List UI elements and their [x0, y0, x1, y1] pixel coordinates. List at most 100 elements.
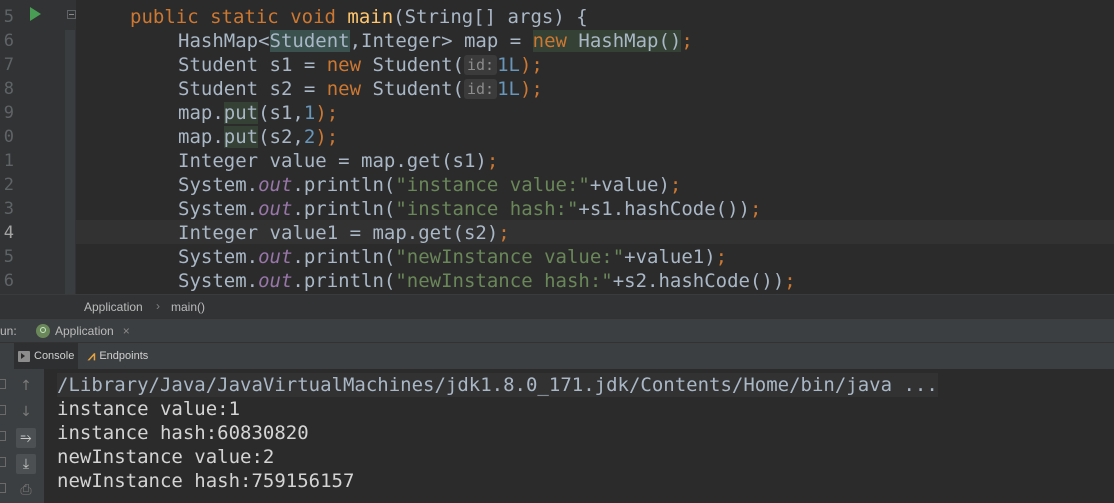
token: "newInstance value:": [395, 246, 625, 268]
token: 1L: [497, 54, 520, 76]
console-icon: [18, 350, 30, 362]
console-output-line: instance hash:60830820: [57, 422, 309, 444]
soft-wrap-icon[interactable]: ⥱: [16, 428, 36, 448]
token: 1L: [497, 78, 520, 100]
code-line[interactable]: System.out.println("newInstance hash:"+s…: [178, 269, 796, 293]
token: .println(: [292, 174, 396, 196]
token: +value1): [624, 246, 716, 268]
console-output-line: instance value:1: [57, 398, 241, 420]
console-output-line: newInstance value:2: [57, 446, 275, 468]
tab-endpoints-label: Endpoints: [99, 350, 149, 362]
token: .println(: [292, 246, 396, 268]
line-number: 6: [3, 31, 14, 51]
token: new: [532, 30, 567, 52]
toolbar-edge-marker: [0, 483, 6, 493]
code-line[interactable]: System.out.println("instance hash:"+s1.h…: [178, 197, 761, 221]
tab-console[interactable]: Console: [14, 343, 79, 369]
token: out: [258, 246, 293, 268]
tab-endpoints[interactable]: ⩘ Endpoints: [84, 343, 152, 369]
token: Student(: [361, 54, 464, 76]
token: Student s2 =: [178, 78, 327, 100]
breadcrumb-item-method[interactable]: main(): [171, 300, 205, 314]
line-number: 8: [3, 79, 14, 99]
token: "instance value:": [395, 174, 590, 196]
arrow-down-icon[interactable]: ↓: [16, 402, 36, 422]
token: ;: [715, 246, 728, 268]
code-line[interactable]: System.out.println("newInstance value:"+…: [178, 245, 727, 269]
code-editor[interactable]: 5 6 7 8 9 0 1 2 3 4 5 6 public static vo…: [0, 0, 1114, 294]
line-number: 9: [3, 103, 14, 123]
code-line[interactable]: public static void main(String[] args) {: [130, 5, 588, 29]
code-line[interactable]: map.put(s2,2);: [178, 125, 338, 149]
run-label: un:: [0, 324, 17, 338]
token: out: [258, 198, 293, 220]
token: );: [519, 78, 543, 100]
token: .println(: [292, 198, 396, 220]
print-icon[interactable]: ⎙: [16, 480, 36, 500]
scroll-to-end-icon[interactable]: ⤓: [16, 454, 36, 474]
token: );: [315, 102, 339, 124]
line-number-current: 4: [3, 223, 14, 243]
code-line[interactable]: Integer value = map.get(s1);: [178, 149, 498, 173]
token: new: [326, 78, 362, 100]
token: HashMap<: [178, 30, 270, 52]
token: System.: [178, 174, 259, 196]
parameter-hint: id:: [464, 55, 498, 75]
token: map.: [178, 126, 224, 148]
run-gutter-icon[interactable]: [30, 7, 41, 21]
code-line[interactable]: System.out.println("instance value:"+val…: [178, 173, 681, 197]
run-tab-application[interactable]: Application ×: [32, 319, 138, 343]
toolbar-edge-marker: [0, 457, 6, 467]
token: "instance hash:": [395, 198, 579, 220]
close-icon[interactable]: ×: [123, 324, 130, 338]
token: new: [326, 54, 362, 76]
fold-region-marker: [65, 30, 75, 294]
token: System.: [178, 246, 259, 268]
run-tab-label: Application: [55, 324, 114, 338]
console-command-line: /Library/Java/JavaVirtualMachines/jdk1.8…: [57, 373, 938, 397]
console-output[interactable]: ↑ ↓ ⥱ ⤓ ⎙ /Library/Java/JavaVirtualMachi…: [0, 369, 1114, 503]
token: ;: [669, 174, 682, 196]
token: );: [315, 126, 339, 148]
toolbar-edge-marker: [0, 431, 6, 441]
token: ;: [784, 270, 796, 292]
token: static: [210, 6, 279, 28]
code-line[interactable]: HashMap<Student,Integer> map = new HashM…: [178, 29, 693, 53]
token: Integer value1 = map.get(s2): [178, 222, 499, 244]
token: Student s1 =: [178, 54, 327, 76]
token: Student(: [361, 78, 464, 100]
token: (s2,: [258, 126, 304, 148]
line-number: 1: [3, 151, 14, 171]
code-line[interactable]: Student s2 = new Student(id: 1L);: [178, 77, 543, 101]
fold-icon[interactable]: [67, 10, 76, 19]
token: System.: [178, 198, 259, 220]
token: (String[] args) {: [393, 6, 588, 28]
breadcrumb: Application › main(): [0, 294, 1114, 319]
token: +s1.hashCode()): [578, 198, 750, 220]
breadcrumb-item-class[interactable]: Application: [84, 300, 143, 314]
line-number: 6: [3, 271, 14, 291]
console-toolbar: ↑ ↓ ⥱ ⤓ ⎙: [0, 369, 44, 503]
token: ;: [486, 150, 499, 172]
line-number: 5: [3, 7, 14, 27]
spring-boot-icon: [36, 324, 50, 338]
token: System.: [178, 270, 259, 292]
parameter-hint: id:: [464, 79, 498, 99]
arrow-up-icon[interactable]: ↑: [16, 376, 36, 396]
console-output-line: newInstance hash:759156157: [57, 470, 355, 492]
token: "newInstance hash:": [395, 270, 613, 292]
code-line[interactable]: Student s1 = new Student(id: 1L);: [178, 53, 543, 77]
token: ;: [749, 198, 762, 220]
token: main: [347, 6, 394, 28]
token: .println(: [292, 270, 396, 292]
run-tool-window-header: un: Application ×: [0, 318, 1114, 343]
token: void: [290, 6, 336, 28]
breadcrumb-separator: ›: [156, 299, 160, 313]
token: 2: [303, 126, 316, 148]
code-line[interactable]: map.put(s1,1);: [178, 101, 338, 125]
code-line-current[interactable]: Integer value1 = map.get(s2);: [178, 221, 510, 245]
line-number: 5: [3, 247, 14, 267]
token: map.: [178, 102, 224, 124]
line-number: 2: [3, 175, 14, 195]
token: ;: [681, 30, 693, 52]
